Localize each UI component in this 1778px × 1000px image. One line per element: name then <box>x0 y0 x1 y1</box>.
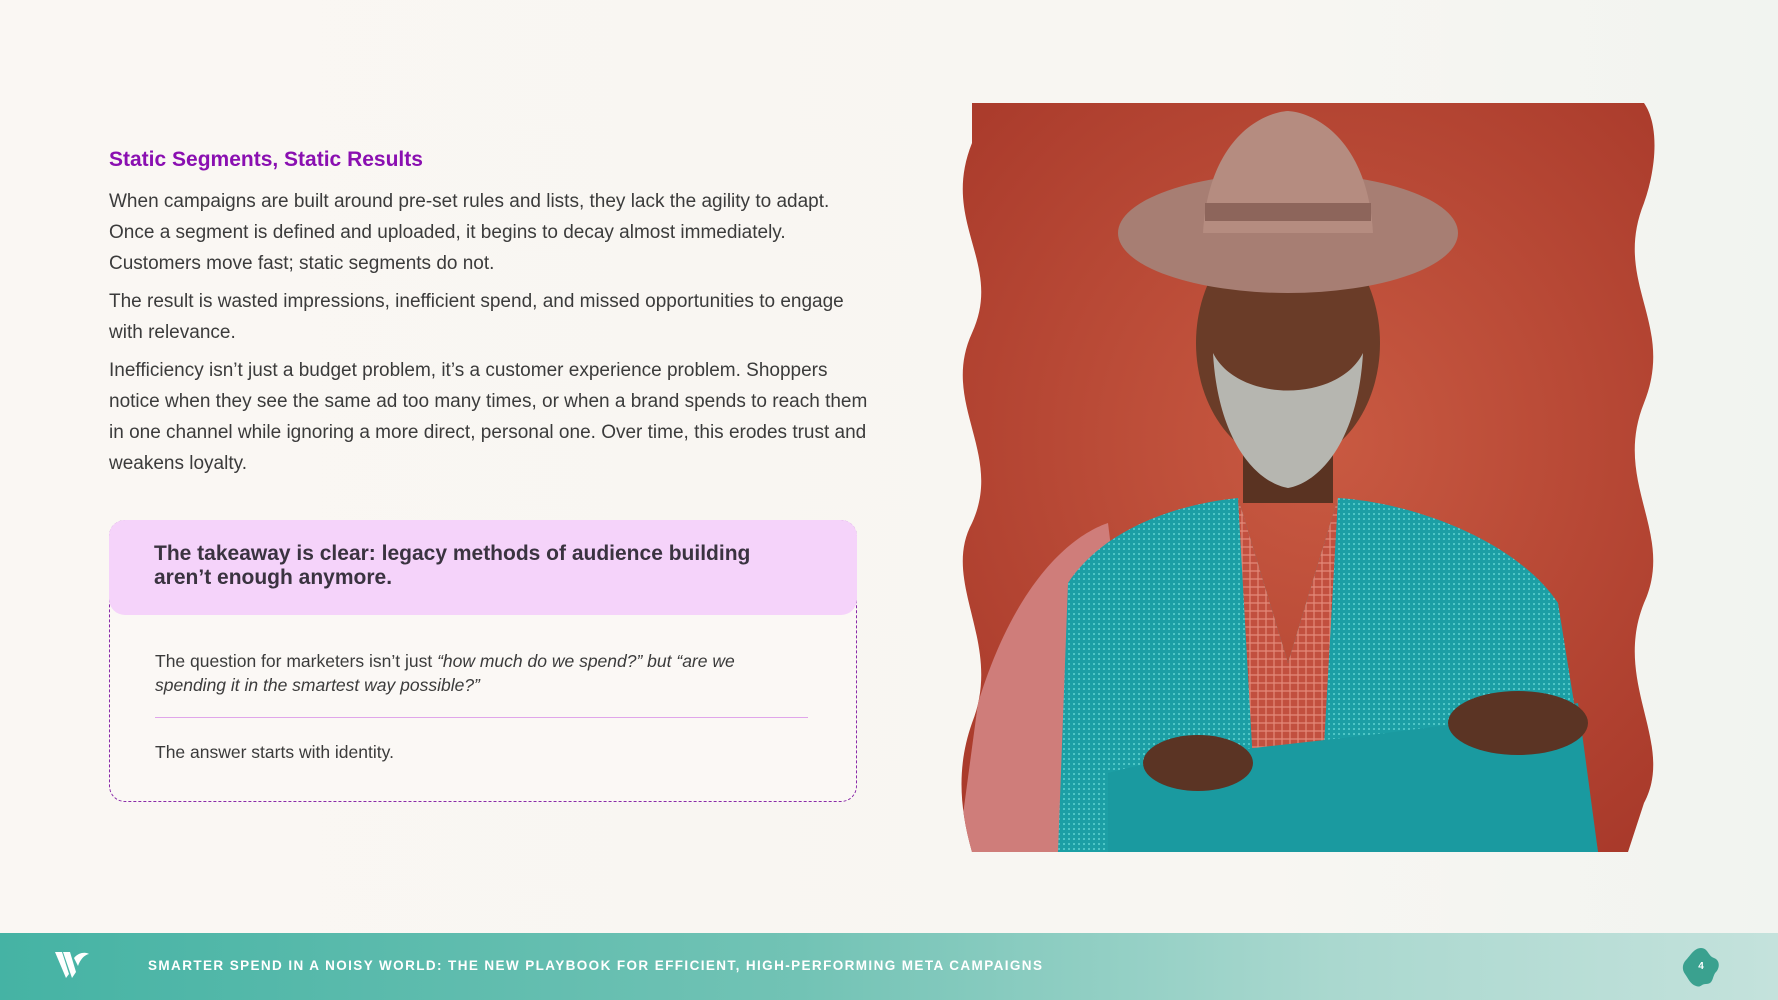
page-number: 4 <box>1698 961 1704 972</box>
section-title: Static Segments, Static Results <box>109 148 423 171</box>
footer-title: SMARTER SPEND IN A NOISY WORLD: THE NEW … <box>148 958 1044 973</box>
takeaway-callout: The takeaway is clear: legacy methods of… <box>109 520 857 802</box>
callout-question: The question for marketers isn’t just “h… <box>155 649 808 697</box>
callout-answer: The answer starts with identity. <box>155 742 394 762</box>
callout-headline: The takeaway is clear: legacy methods of… <box>154 542 751 589</box>
callout-divider <box>155 717 808 718</box>
callout-body: The question for marketers isn’t just “h… <box>155 649 808 763</box>
callout-header: The takeaway is clear: legacy methods of… <box>109 520 857 615</box>
body-paragraph-3: Inefficiency isn’t just a budget problem… <box>109 360 868 474</box>
body-paragraph-2: The result is wasted impressions, ineffi… <box>109 291 844 343</box>
main-content: Static Segments, Static Results When cam… <box>109 148 879 486</box>
callout-question-lead: The question for marketers isn’t just <box>155 651 438 671</box>
portrait-scene <box>961 103 1655 852</box>
portrait-image <box>961 103 1655 852</box>
footer-bar: SMARTER SPEND IN A NOISY WORLD: THE NEW … <box>0 933 1778 1000</box>
brand-logo-icon <box>55 952 89 978</box>
body-paragraph-1: When campaigns are built around pre-set … <box>109 191 830 274</box>
